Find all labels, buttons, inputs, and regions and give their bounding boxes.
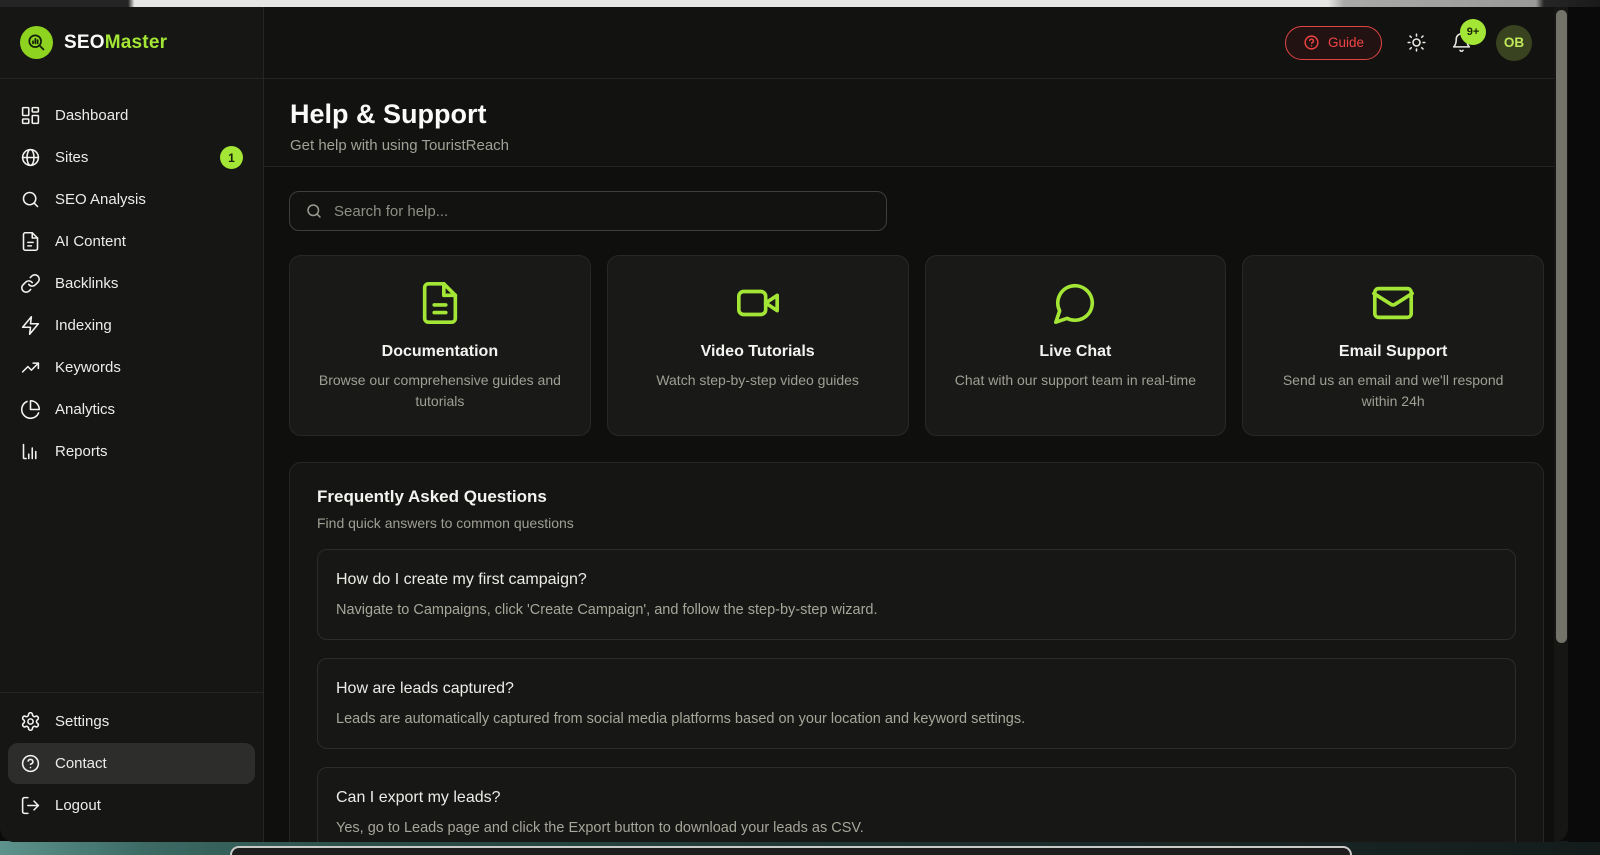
sun-icon <box>1407 33 1426 52</box>
sidebar-item-label: Keywords <box>55 359 121 376</box>
card-title: Documentation <box>381 343 499 360</box>
faq-item[interactable]: How do I create my first campaign? Navig… <box>317 549 1516 640</box>
mail-icon <box>1261 280 1525 331</box>
help-circle-icon <box>1304 35 1319 50</box>
search-icon <box>22 191 39 208</box>
sidebar-item-keywords[interactable]: Keywords <box>8 347 255 388</box>
help-circle-icon <box>21 754 40 773</box>
faq-question: Can I export my leads? <box>336 789 501 806</box>
card-description: Watch step-by-step video guides <box>656 372 859 388</box>
sidebar-nav: Dashboard Sites 1 SEO Analysis AI Conten… <box>0 79 263 480</box>
sidebar-item-label: Reports <box>55 443 108 460</box>
sidebar-item-analytics[interactable]: Analytics <box>8 389 255 430</box>
topbar: Guide 9+ OB <box>264 7 1568 79</box>
card-description: Browse our comprehensive guides and tuto… <box>318 372 561 409</box>
card-title: Email Support <box>1338 343 1448 360</box>
card-documentation[interactable]: Documentation Browse our comprehensive g… <box>289 255 591 436</box>
user-avatar[interactable]: OB <box>1496 24 1532 61</box>
sidebar-item-contact[interactable]: Contact <box>8 743 255 784</box>
sidebar-item-label: Analytics <box>55 401 116 418</box>
page-title: Help & Support <box>290 99 487 129</box>
globe-icon <box>21 148 40 167</box>
sidebar-item-settings[interactable]: Settings <box>8 701 255 742</box>
card-video-tutorials[interactable]: Video Tutorials Watch step-by-step video… <box>606 255 909 436</box>
sidebar-item-ai-content[interactable]: AI Content <box>8 221 255 262</box>
faq-subtitle: Find quick answers to common questions <box>317 515 574 531</box>
faq-item[interactable]: Can I export my leads? Yes, go to Leads … <box>317 767 1516 842</box>
notifications-button[interactable]: 9+ <box>1451 19 1486 53</box>
document-icon <box>308 280 572 331</box>
faq-title: Frequently Asked Questions <box>317 487 547 506</box>
scrollbar-thumb[interactable] <box>1556 10 1567 643</box>
desktop-right-edge <box>1568 0 1600 842</box>
sidebar-item-dashboard[interactable]: Dashboard <box>8 95 255 136</box>
sites-count-badge: 1 <box>220 146 243 169</box>
chat-icon <box>944 280 1208 331</box>
faq-answer: Yes, go to Leads page and click the Expo… <box>336 820 864 836</box>
video-icon <box>626 280 890 331</box>
sidebar-item-label: Dashboard <box>55 107 129 124</box>
card-email-support[interactable]: Email Support Send us an email and we'll… <box>1242 255 1544 436</box>
guide-button-label: Guide <box>1327 35 1364 50</box>
sidebar-item-label: Contact <box>55 755 107 772</box>
main-area: Guide 9+ OB Help & Support Get help with… <box>264 7 1568 842</box>
sidebar-item-label: Logout <box>55 797 101 814</box>
sidebar-item-seo-analysis[interactable]: SEO Analysis <box>8 179 255 220</box>
sidebar-item-label: Indexing <box>55 317 112 334</box>
faq-item[interactable]: How are leads captured? Leads are automa… <box>317 658 1516 749</box>
trending-up-icon <box>21 362 40 373</box>
sidebar-footer-nav: Settings Contact Logout <box>0 692 263 842</box>
sidebar-item-sites[interactable]: Sites 1 <box>8 137 255 178</box>
sidebar-item-reports[interactable]: Reports <box>8 431 255 472</box>
desktop-top-sliver <box>0 0 1600 7</box>
bar-chart-icon <box>22 443 37 460</box>
page-content: Documentation Browse our comprehensive g… <box>264 167 1568 842</box>
dashboard-icon <box>21 106 40 125</box>
faq-question: How do I create my first campaign? <box>336 571 587 588</box>
card-title: Live Chat <box>1039 343 1112 360</box>
sidebar-item-label: AI Content <box>55 233 126 250</box>
sidebar-item-backlinks[interactable]: Backlinks <box>8 263 255 304</box>
help-search-input[interactable] <box>334 202 871 220</box>
screen: SEOMaster Dashboard Sites 1 SEO Analysis <box>0 0 1600 855</box>
help-search <box>289 191 887 231</box>
brand-name: SEOMaster <box>64 31 168 53</box>
faq-section: Frequently Asked Questions Find quick an… <box>289 462 1544 842</box>
sidebar-item-indexing[interactable]: Indexing <box>8 305 255 346</box>
faq-question: How are leads captured? <box>336 680 514 697</box>
sidebar: SEOMaster Dashboard Sites 1 SEO Analysis <box>0 7 264 842</box>
theme-toggle-button[interactable] <box>1406 32 1427 53</box>
pie-chart-icon <box>20 399 41 420</box>
page-header: Help & Support Get help with using Touri… <box>264 79 1568 167</box>
sidebar-item-label: SEO Analysis <box>55 191 146 208</box>
page-subtitle: Get help with using TouristReach <box>290 137 510 154</box>
gear-icon <box>21 711 40 732</box>
scrollbar-track[interactable] <box>1554 7 1568 842</box>
support-cards: Documentation Browse our comprehensive g… <box>289 255 1544 436</box>
brand-logo[interactable]: SEOMaster <box>0 7 263 79</box>
file-text-icon <box>22 231 39 252</box>
sidebar-item-label: Settings <box>55 713 110 730</box>
seo-magnifier-logo-icon <box>20 26 53 59</box>
guide-button[interactable]: Guide <box>1284 25 1382 60</box>
sidebar-item-label: Backlinks <box>55 275 119 292</box>
faq-answer: Navigate to Campaigns, click 'Create Cam… <box>336 602 878 618</box>
zap-icon <box>21 315 40 336</box>
search-icon <box>307 204 321 218</box>
logout-icon <box>21 796 40 815</box>
sidebar-item-logout[interactable]: Logout <box>8 785 255 826</box>
notification-count-badge: 9+ <box>1460 19 1486 45</box>
app-window: SEOMaster Dashboard Sites 1 SEO Analysis <box>0 7 1568 842</box>
card-description: Chat with our support team in real-time <box>954 372 1196 388</box>
card-title: Video Tutorials <box>700 343 815 360</box>
faq-answer: Leads are automatically captured from so… <box>336 711 1026 727</box>
card-description: Send us an email and we'll respond withi… <box>1282 372 1504 409</box>
card-live-chat[interactable]: Live Chat Chat with our support team in … <box>924 255 1227 436</box>
desktop-dock-edge <box>230 846 1352 855</box>
sidebar-item-label: Sites <box>55 149 89 166</box>
link-icon <box>21 274 40 293</box>
